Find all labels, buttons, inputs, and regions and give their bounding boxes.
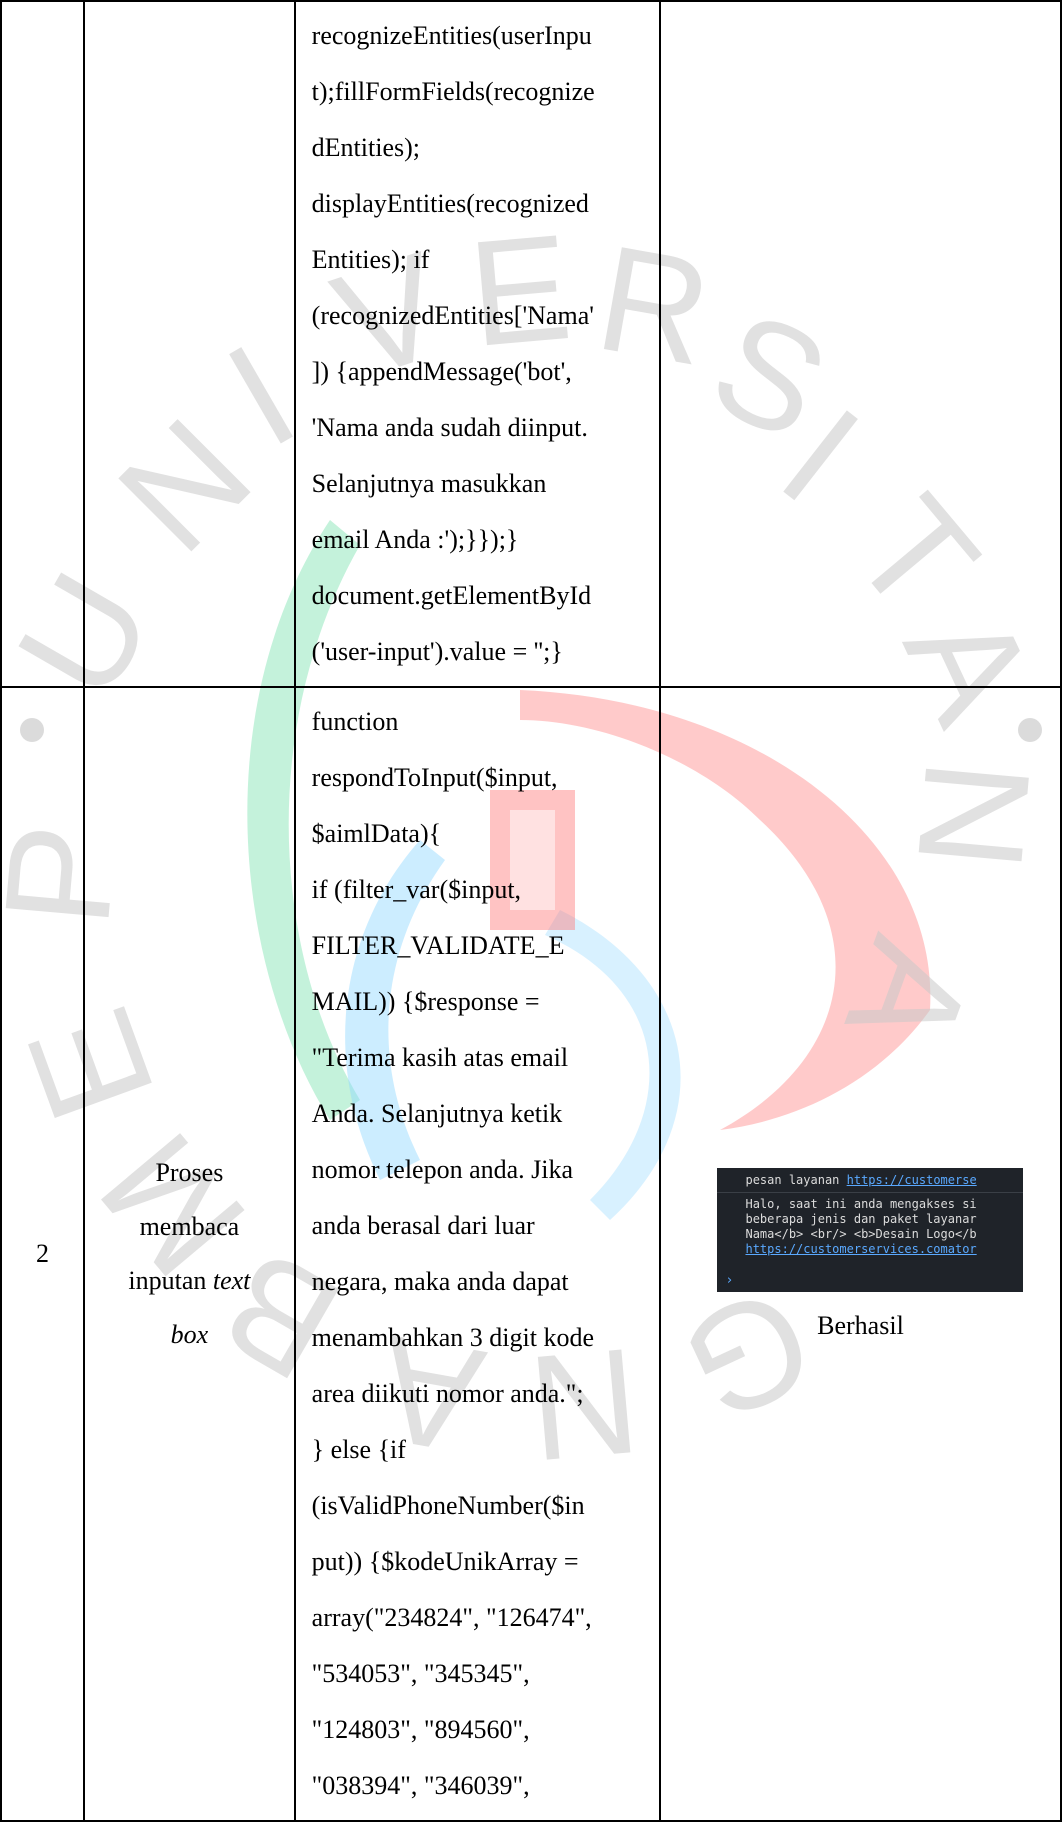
row-number: 2 bbox=[36, 1239, 50, 1268]
code-line: "124803", "894560", bbox=[311, 1715, 530, 1744]
table-row: 2 Proses membaca inputan text box functi… bbox=[0, 686, 1062, 1822]
console-line: Halo, saat ini anda mengakses si bbox=[745, 1196, 977, 1211]
code-line: ]) {appendMessage('bot', bbox=[311, 357, 572, 386]
cell-number: 2 bbox=[0, 686, 86, 1822]
code-line: ('user-input').value = '';} bbox=[311, 637, 563, 666]
process-name-line: inputan text bbox=[85, 1254, 294, 1308]
code-line: document.getElementById bbox=[311, 581, 592, 610]
code-line: 'Nama anda sudah diinput. bbox=[311, 413, 588, 442]
console-link: https://customerse bbox=[846, 1172, 977, 1187]
cell-process-name: Proses membaca inputan text box bbox=[83, 686, 296, 1822]
cell-process-name bbox=[83, 0, 296, 688]
code-line: put)) {$kodeUnikArray = bbox=[311, 1547, 579, 1576]
process-name-text: inputan bbox=[128, 1266, 213, 1295]
console-text: pesan layanan bbox=[745, 1172, 847, 1187]
code-line: area diikuti nomor anda."; bbox=[311, 1379, 584, 1408]
process-name-italic: box bbox=[170, 1320, 209, 1349]
code-line: } else {if bbox=[311, 1435, 406, 1464]
code-line: (isValidPhoneNumber($in bbox=[311, 1491, 585, 1520]
console-screenshot: pesan layanan https://customerse Halo, s… bbox=[717, 1167, 1024, 1292]
code-line: t);fillFormFields(recognize bbox=[311, 77, 595, 106]
code-line: displayEntities(recognized bbox=[311, 189, 589, 218]
code-line: recognizeEntities(userInpu bbox=[311, 21, 592, 50]
code-line: "Terima kasih atas email bbox=[311, 1043, 569, 1072]
cell-code: recognizeEntities(userInpu t);fillFormFi… bbox=[293, 0, 661, 688]
console-prompt-icon: › bbox=[725, 1272, 734, 1288]
code-line: negara, maka anda dapat bbox=[311, 1267, 569, 1296]
code-line: if (filter_var($input, bbox=[311, 875, 522, 904]
document-table: recognizeEntities(userInpu t);fillFormFi… bbox=[0, 0, 1062, 1822]
code-line: menambahkan 3 digit kode bbox=[311, 1323, 594, 1352]
cell-result bbox=[658, 0, 1062, 688]
code-line: anda berasal dari luar bbox=[311, 1211, 535, 1240]
process-name-line: membaca bbox=[139, 1212, 240, 1241]
console-line: beberapa jenis dan paket layanar bbox=[745, 1211, 977, 1226]
code-line: MAIL)) {$response = bbox=[311, 987, 540, 1016]
code-line: Anda. Selanjutnya ketik bbox=[311, 1099, 563, 1128]
console-line: Nama</b> <br/> <b>Desain Logo</b bbox=[745, 1226, 977, 1241]
code-line: "038394", "346039", bbox=[311, 1771, 530, 1800]
code-block: recognizeEntities(userInpu t);fillFormFi… bbox=[296, 2, 659, 686]
code-line: FILTER_VALIDATE_E bbox=[311, 931, 565, 960]
cell-number bbox=[0, 0, 86, 688]
code-line: Selanjutnya masukkan bbox=[311, 469, 547, 498]
table-row: recognizeEntities(userInpu t);fillFormFi… bbox=[0, 0, 1062, 688]
code-block: function respondToInput($input, $aimlDat… bbox=[296, 688, 659, 1820]
console-link: https://customerservices.comator bbox=[745, 1241, 977, 1256]
cell-result: pesan layanan https://customerse Halo, s… bbox=[658, 686, 1062, 1822]
code-line: function bbox=[311, 707, 399, 736]
result-status: Berhasil bbox=[817, 1310, 904, 1340]
code-line: nomor telepon anda. Jika bbox=[311, 1155, 574, 1184]
code-line: (recognizedEntities['Nama' bbox=[311, 301, 594, 330]
process-name-italic: text bbox=[212, 1266, 251, 1295]
console-line: pesan layanan https://customerse bbox=[717, 1168, 1024, 1193]
code-line: email Anda :');}});} bbox=[311, 525, 519, 554]
code-line: "534053", "345345", bbox=[311, 1659, 530, 1688]
cell-code: function respondToInput($input, $aimlDat… bbox=[293, 686, 661, 1822]
process-name: Proses membaca inputan text box bbox=[85, 1146, 294, 1362]
code-line: $aimlData){ bbox=[311, 819, 442, 848]
process-name-line: Proses bbox=[155, 1158, 224, 1187]
code-line: dEntities); bbox=[311, 133, 420, 162]
code-line: Entities); if bbox=[311, 245, 430, 274]
code-line: respondToInput($input, bbox=[311, 763, 558, 792]
code-line: array("234824", "126474", bbox=[311, 1603, 592, 1632]
result-box: pesan layanan https://customerse Halo, s… bbox=[661, 1167, 1060, 1341]
